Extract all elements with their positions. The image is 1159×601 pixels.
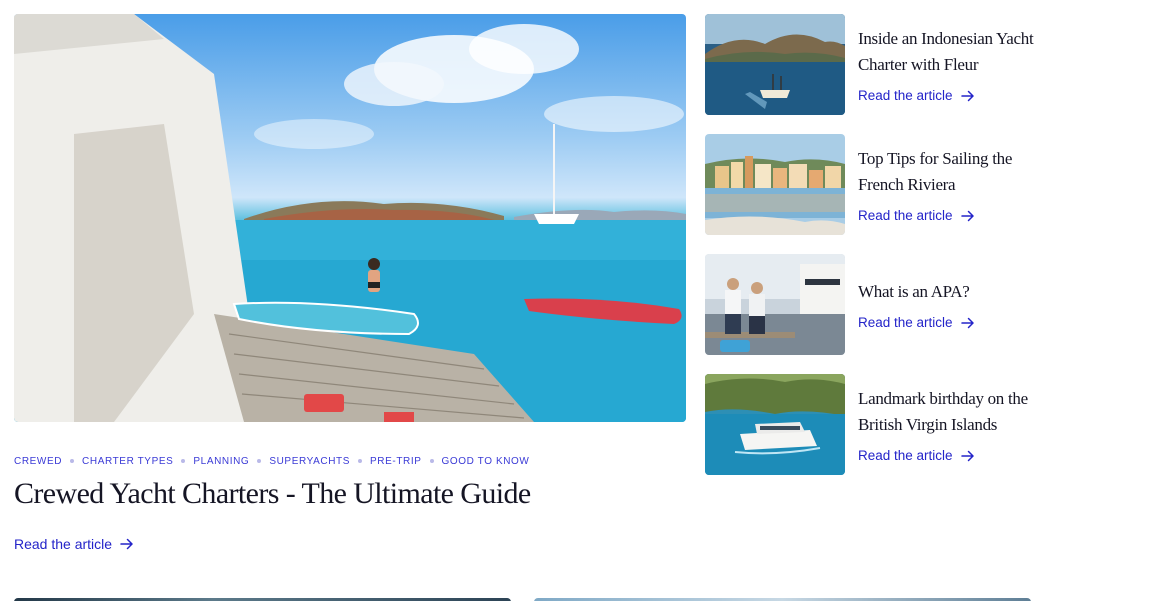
- read-article-label: Read the article: [858, 448, 953, 463]
- side-article-body: What is an APA? Read the article: [858, 254, 1045, 355]
- tag-separator: [257, 459, 262, 463]
- side-article: What is an APA? Read the article: [705, 254, 1045, 355]
- side-article-list: Inside an Indonesian Yacht Charter with …: [705, 14, 1045, 494]
- read-article-label: Read the article: [858, 208, 953, 223]
- arrow-right-icon: [120, 538, 133, 550]
- tag-superyachts[interactable]: SUPERYACHTS: [269, 456, 350, 467]
- article-thumbnail[interactable]: [705, 14, 845, 115]
- side-article-title[interactable]: Inside an Indonesian Yacht Charter with …: [858, 26, 1045, 78]
- article-thumbnail[interactable]: [705, 374, 845, 475]
- read-article-label: Read the article: [14, 536, 113, 552]
- tag-charter-types[interactable]: CHARTER TYPES: [82, 456, 173, 467]
- side-article-body: Top Tips for Sailing the French Riviera …: [858, 134, 1045, 235]
- read-article-link[interactable]: Read the article: [858, 315, 1045, 330]
- tag-pre-trip[interactable]: PRE-TRIP: [370, 456, 421, 467]
- tag-good-to-know[interactable]: GOOD TO KNOW: [442, 456, 530, 467]
- side-article-title[interactable]: Top Tips for Sailing the French Riviera: [858, 146, 1045, 198]
- arrow-right-icon: [960, 450, 974, 461]
- featured-article: CREWED CHARTER TYPES PLANNING SUPERYACHT…: [14, 14, 686, 554]
- side-article-title[interactable]: Landmark birthday on the British Virgin …: [858, 386, 1045, 438]
- side-article-body: Landmark birthday on the British Virgin …: [858, 374, 1045, 475]
- tag-separator: [70, 459, 75, 463]
- tag-crewed[interactable]: CREWED: [14, 456, 62, 467]
- read-article-link[interactable]: Read the article: [858, 208, 1045, 223]
- side-article: Inside an Indonesian Yacht Charter with …: [705, 14, 1045, 115]
- side-article: Top Tips for Sailing the French Riviera …: [705, 134, 1045, 235]
- side-article: Landmark birthday on the British Virgin …: [705, 374, 1045, 475]
- featured-article-title[interactable]: Crewed Yacht Charters - The Ultimate Gui…: [14, 476, 686, 512]
- tag-list: CREWED CHARTER TYPES PLANNING SUPERYACHT…: [14, 455, 686, 467]
- article-thumbnail[interactable]: [705, 134, 845, 235]
- arrow-right-icon: [960, 90, 974, 101]
- tag-separator: [358, 459, 363, 463]
- read-article-link[interactable]: Read the article: [858, 88, 1045, 103]
- side-article-title[interactable]: What is an APA?: [858, 279, 1045, 305]
- arrow-right-icon: [960, 210, 974, 221]
- read-article-link[interactable]: Read the article: [858, 448, 1045, 463]
- tag-planning[interactable]: PLANNING: [193, 456, 249, 467]
- arrow-right-icon: [960, 317, 974, 328]
- read-article-label: Read the article: [858, 315, 953, 330]
- featured-read-article-link[interactable]: Read the article: [14, 536, 134, 552]
- article-thumbnail[interactable]: [705, 254, 845, 355]
- featured-image[interactable]: [14, 14, 686, 422]
- tag-separator: [181, 459, 186, 463]
- tag-separator: [429, 459, 434, 463]
- side-article-body: Inside an Indonesian Yacht Charter with …: [858, 14, 1045, 115]
- read-article-label: Read the article: [858, 88, 953, 103]
